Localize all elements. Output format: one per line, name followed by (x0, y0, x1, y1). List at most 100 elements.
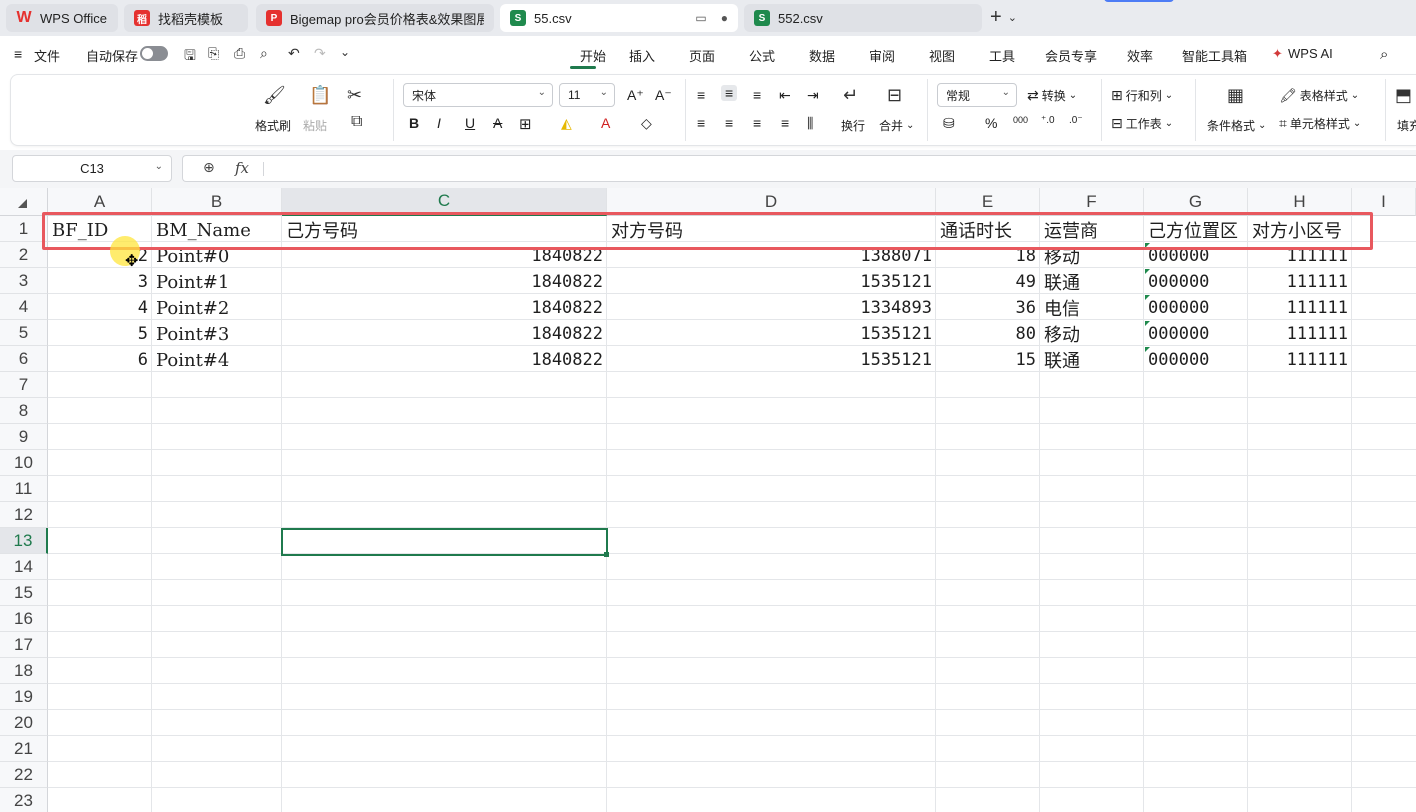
cell-f5[interactable]: 移动 (1040, 321, 1144, 347)
cell-g5[interactable]: 000000 (1144, 321, 1248, 347)
undo-icon[interactable]: ↶ (288, 45, 300, 62)
fill-handle[interactable] (604, 552, 609, 557)
tab-review[interactable]: 审阅 (869, 46, 895, 65)
convert-button[interactable]: ⇄ 转换 ⌄ (1027, 87, 1077, 104)
row-header-3[interactable]: 3 (0, 268, 48, 294)
italic-button[interactable]: I (437, 115, 441, 131)
cell-e5[interactable]: 80 (936, 321, 1040, 347)
row-header-11[interactable]: 11 (0, 476, 48, 502)
merge-cells-button[interactable]: 合并 ⌄ (879, 117, 914, 134)
row-header-23[interactable]: 23 (0, 788, 48, 812)
row-header-22[interactable]: 22 (0, 762, 48, 788)
fill-button[interactable]: 填充 (1397, 117, 1416, 134)
hamburger-menu-icon[interactable]: ≡ (14, 46, 22, 62)
cell-a4[interactable]: 4 (48, 295, 152, 321)
selected-cell-c13[interactable] (281, 528, 608, 556)
cell-f6[interactable]: 联通 (1040, 347, 1144, 373)
format-painter-button[interactable]: 格式刷 (255, 117, 291, 134)
tab-tools[interactable]: 工具 (989, 46, 1015, 65)
row-header-20[interactable]: 20 (0, 710, 48, 736)
redo-icon[interactable]: ↷ (314, 45, 326, 62)
cell-b6[interactable]: Point#4 (152, 347, 282, 373)
formula-input[interactable]: ⊕ fx (182, 155, 1416, 182)
percent-button[interactable]: % (985, 115, 997, 131)
tab-wps-office[interactable]: W WPS Office (6, 4, 118, 32)
row-header-7[interactable]: 7 (0, 372, 48, 398)
row-header-14[interactable]: 14 (0, 554, 48, 580)
increase-indent-icon[interactable]: ⇥ (807, 87, 819, 104)
row-header-16[interactable]: 16 (0, 606, 48, 632)
cell-b5[interactable]: Point#3 (152, 321, 282, 347)
cell-h5[interactable]: 111111 (1248, 321, 1352, 347)
export-pdf-icon[interactable]: ⎘ (208, 45, 219, 62)
worksheet-button[interactable]: ⊟ 工作表 ⌄ (1111, 115, 1173, 132)
font-color-icon[interactable]: A (601, 115, 610, 131)
underline-button[interactable]: U (465, 115, 475, 131)
file-menu[interactable]: 文件 (34, 46, 60, 65)
cell-e3[interactable]: 49 (936, 269, 1040, 295)
tab-552-csv[interactable]: S 552.csv (744, 4, 982, 32)
paste-button[interactable]: 粘贴 (303, 117, 327, 134)
row-header-12[interactable]: 12 (0, 502, 48, 528)
bold-button[interactable]: B (409, 115, 419, 131)
tab-page[interactable]: 页面 (689, 46, 715, 65)
cell-c6[interactable]: 1840822 (282, 347, 607, 373)
autosave-toggle[interactable] (140, 46, 168, 61)
cell-c5[interactable]: 1840822 (282, 321, 607, 347)
tab-efficiency[interactable]: 效率 (1127, 46, 1153, 65)
font-name-select[interactable]: 宋体 ⌄ (403, 83, 553, 107)
tab-55-csv[interactable]: S 55.csv ▭ ● (500, 4, 738, 32)
row-header-4[interactable]: 4 (0, 294, 48, 320)
fill-color-icon[interactable]: ◭ (561, 115, 572, 132)
name-box[interactable]: C13 ⌄ (12, 155, 172, 182)
tab-bigemap-pdf[interactable]: P Bigemap pro会员价格表&效果图展 (256, 4, 494, 32)
distribute-icon[interactable]: ⫼ (807, 115, 813, 132)
cell-h4[interactable]: 111111 (1248, 295, 1352, 321)
decrease-indent-icon[interactable]: ⇤ (779, 87, 791, 104)
row-header-19[interactable]: 19 (0, 684, 48, 710)
monitor-icon[interactable]: ▭ (695, 11, 706, 25)
wrap-text-button[interactable]: 换行 (841, 117, 865, 134)
select-all-corner[interactable] (0, 188, 48, 216)
row-header-5[interactable]: 5 (0, 320, 48, 346)
align-center-icon[interactable]: ≡ (725, 115, 733, 131)
tab-home[interactable]: 开始 (580, 46, 606, 65)
border-icon[interactable]: ⊞ (519, 115, 532, 133)
chevron-down-icon[interactable]: ⌄ (340, 45, 350, 59)
row-header-17[interactable]: 17 (0, 632, 48, 658)
increase-font-icon[interactable]: A⁺ (627, 87, 644, 104)
cell-g6[interactable]: 000000 (1144, 347, 1248, 373)
function-icon[interactable]: fx (235, 159, 249, 177)
cell-d5[interactable]: 1535121 (607, 321, 936, 347)
cell-a6[interactable]: 6 (48, 347, 152, 373)
cell-e4[interactable]: 36 (936, 295, 1040, 321)
tab-member[interactable]: 会员专享 (1045, 46, 1097, 65)
align-left-icon[interactable]: ≡ (697, 115, 705, 131)
row-header-2[interactable]: 2 (0, 242, 48, 268)
thousands-button[interactable]: 000 (1013, 115, 1028, 125)
print-preview-icon[interactable]: ⌕ (260, 45, 268, 62)
increase-decimal-icon[interactable]: ⁺.0 (1041, 115, 1055, 126)
search-icon[interactable]: ⌕ (1380, 46, 1388, 63)
row-header-9[interactable]: 9 (0, 424, 48, 450)
cell-d6[interactable]: 1535121 (607, 347, 936, 373)
decrease-font-icon[interactable]: A⁻ (655, 87, 672, 104)
zoom-icon[interactable]: ⊕ (203, 159, 215, 176)
cell-a5[interactable]: 5 (48, 321, 152, 347)
cell-c3[interactable]: 1840822 (282, 269, 607, 295)
print-icon[interactable]: ⎙ (234, 45, 245, 62)
rows-cols-button[interactable]: ⊞ 行和列 ⌄ (1111, 87, 1173, 104)
unsaved-dot-icon[interactable]: ● (721, 11, 728, 25)
align-top-icon[interactable]: ≡ (697, 87, 705, 103)
tab-insert[interactable]: 插入 (629, 46, 655, 65)
cell-a3[interactable]: 3 (48, 269, 152, 295)
tab-smart-toolbox[interactable]: 智能工具箱 (1182, 46, 1247, 65)
row-header-8[interactable]: 8 (0, 398, 48, 424)
cell-style-button[interactable]: ⌗ 单元格样式 ⌄ (1279, 115, 1361, 132)
clear-format-icon[interactable]: ◇ (641, 115, 652, 132)
cell-b3[interactable]: Point#1 (152, 269, 282, 295)
row-header-10[interactable]: 10 (0, 450, 48, 476)
cell-d3[interactable]: 1535121 (607, 269, 936, 295)
number-format-select[interactable]: 常规 ⌄ (937, 83, 1017, 107)
align-bottom-icon[interactable]: ≡ (753, 87, 761, 103)
